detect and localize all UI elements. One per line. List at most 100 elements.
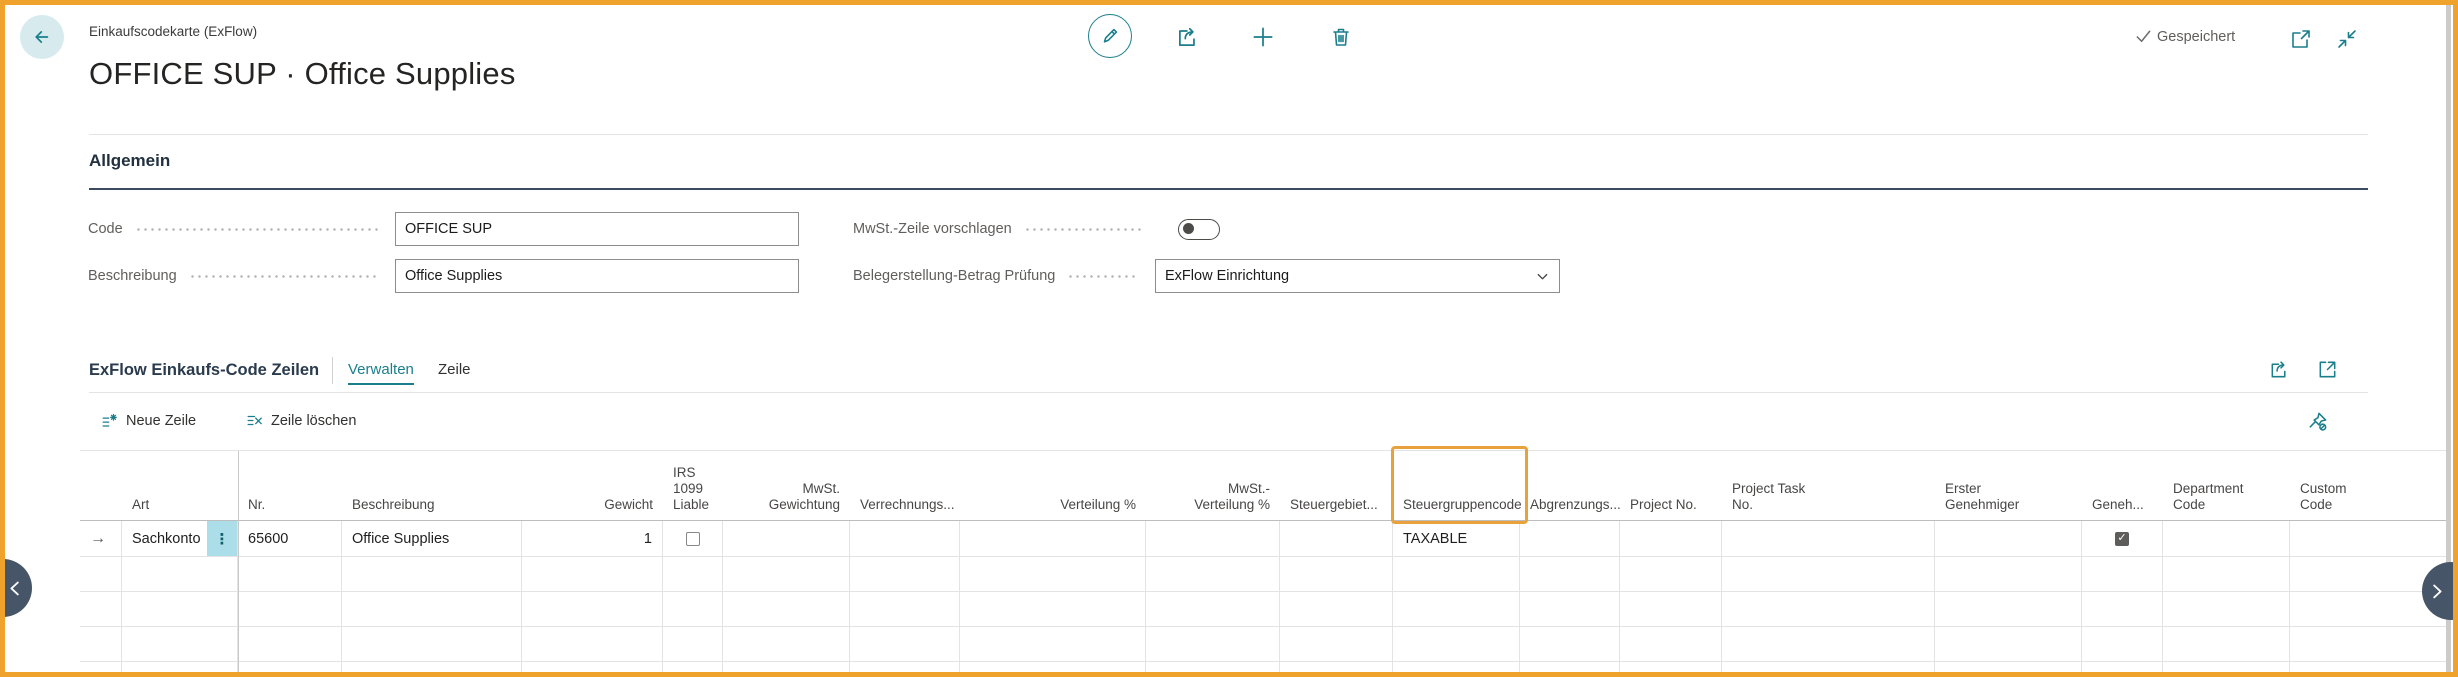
cell-nr[interactable] <box>238 592 342 626</box>
cell-department_code[interactable] <box>2163 662 2290 672</box>
cell-abgrenzungs[interactable] <box>1520 627 1620 661</box>
cell-steuergruppencode[interactable] <box>1393 627 1520 661</box>
column-header-custom_code[interactable]: Custom Code <box>2290 451 2446 520</box>
cell-custom_code[interactable] <box>2290 662 2446 672</box>
column-header-beschreibung[interactable]: Beschreibung <box>342 451 522 520</box>
cell-irs1099[interactable] <box>663 557 723 591</box>
new-button[interactable] <box>1250 24 1276 50</box>
column-header-mwst_verteilung[interactable]: MwSt.-Verteilung % <box>1146 451 1280 520</box>
tab-verwalten[interactable]: Verwalten <box>348 361 414 385</box>
column-header-art[interactable]: Art <box>122 451 238 520</box>
cell-verteilung[interactable] <box>960 557 1146 591</box>
back-button[interactable] <box>20 15 64 59</box>
column-header-gewicht[interactable]: Gewicht <box>522 451 663 520</box>
cell-irs1099[interactable] <box>663 662 723 672</box>
cell-project_task_no[interactable] <box>1722 592 1935 626</box>
cell-project_no[interactable] <box>1620 557 1722 591</box>
cell-gewicht[interactable] <box>522 557 663 591</box>
cell-steuergebiet[interactable] <box>1280 592 1393 626</box>
cell-mwst_verteilung[interactable] <box>1146 521 1280 556</box>
cell-irs1099[interactable] <box>663 627 723 661</box>
cell-custom_code[interactable] <box>2290 627 2446 661</box>
lines-section-title[interactable]: ExFlow Einkaufs-Code Zeilen <box>89 361 319 380</box>
cell-nr[interactable] <box>238 557 342 591</box>
ellipsis-menu[interactable] <box>207 521 237 556</box>
edit-button[interactable] <box>1088 14 1132 58</box>
cell-mwst_gewichtung[interactable] <box>723 521 850 556</box>
cell-verrechnungs[interactable] <box>850 521 960 556</box>
cell-verrechnungs[interactable] <box>850 557 960 591</box>
cell-abgrenzungs[interactable] <box>1520 662 1620 672</box>
cell-project_no[interactable] <box>1620 592 1722 626</box>
cell-mwst_verteilung[interactable] <box>1146 662 1280 672</box>
cell-art[interactable] <box>122 662 238 672</box>
code-field[interactable]: OFFICE SUP <box>395 212 799 246</box>
cell-mwst_gewichtung[interactable] <box>723 662 850 672</box>
cell-project_task_no[interactable] <box>1722 557 1935 591</box>
lines-expand-button[interactable] <box>2314 356 2340 382</box>
doc-amount-check-select[interactable]: ExFlow Einrichtung <box>1155 259 1560 293</box>
cell-erster_genehmiger[interactable] <box>1935 521 2082 556</box>
cell-art[interactable] <box>122 627 238 661</box>
cell-gewicht[interactable] <box>522 592 663 626</box>
table-row-empty[interactable] <box>80 662 2446 672</box>
column-header-abgrenzungs[interactable]: Abgrenzungs... <box>1520 451 1621 520</box>
column-header-nr[interactable]: Nr. <box>238 451 342 520</box>
table-row-empty[interactable] <box>80 627 2446 662</box>
cell-beschreibung[interactable]: Office Supplies <box>342 521 522 556</box>
cell-gewicht[interactable] <box>522 627 663 661</box>
cell-beschreibung[interactable] <box>342 592 522 626</box>
cell-irs1099[interactable] <box>663 592 723 626</box>
cell-project_task_no[interactable] <box>1722 521 1935 556</box>
cell-steuergruppencode[interactable] <box>1393 592 1520 626</box>
cell-abgrenzungs[interactable] <box>1520 521 1620 556</box>
cell-geneh[interactable] <box>2082 592 2163 626</box>
cell-steuergruppencode[interactable] <box>1393 662 1520 672</box>
irs1099-checkbox[interactable] <box>685 531 700 546</box>
suggest-vat-toggle[interactable] <box>1178 219 1220 240</box>
cell-department_code[interactable] <box>2163 557 2290 591</box>
cell-verteilung[interactable] <box>960 592 1146 626</box>
delete-line-button[interactable]: Zeile löschen <box>245 411 356 430</box>
cell-mwst_gewichtung[interactable] <box>723 592 850 626</box>
cell-department_code[interactable] <box>2163 592 2290 626</box>
cell-nr[interactable] <box>238 662 342 672</box>
cell-geneh[interactable] <box>2082 557 2163 591</box>
cell-steuergebiet[interactable] <box>1280 662 1393 672</box>
share-button[interactable] <box>1175 24 1201 50</box>
cell-steuergebiet[interactable] <box>1280 557 1393 591</box>
cell-erster_genehmiger[interactable] <box>1935 557 2082 591</box>
cell-project_task_no[interactable] <box>1722 627 1935 661</box>
cell-erster_genehmiger[interactable] <box>1935 662 2082 672</box>
cell-verrechnungs[interactable] <box>850 627 960 661</box>
cell-abgrenzungs[interactable] <box>1520 592 1620 626</box>
cell-verteilung[interactable] <box>960 627 1146 661</box>
column-header-verrechnungs[interactable]: Verrechnungs... <box>850 451 960 520</box>
cell-steuergebiet[interactable] <box>1280 627 1393 661</box>
cell-steuergebiet[interactable] <box>1280 521 1393 556</box>
cell-custom_code[interactable] <box>2290 521 2446 556</box>
cell-nr[interactable]: 65600 <box>238 521 342 556</box>
cell-project_no[interactable] <box>1620 521 1722 556</box>
cell-nr[interactable] <box>238 627 342 661</box>
cell-project_no[interactable] <box>1620 662 1722 672</box>
column-header-project_no[interactable]: Project No. <box>1620 451 1722 520</box>
cell-verteilung[interactable] <box>960 662 1146 672</box>
cell-department_code[interactable] <box>2163 521 2290 556</box>
cell-art[interactable] <box>122 557 238 591</box>
column-header-mwst_gewichtung[interactable]: MwSt. Gewichtung <box>723 451 850 520</box>
cell-project_no[interactable] <box>1620 627 1722 661</box>
table-row-empty[interactable] <box>80 592 2446 627</box>
table-row-empty[interactable] <box>80 557 2446 592</box>
cell-project_task_no[interactable] <box>1722 662 1935 672</box>
column-header-project_task_no[interactable]: Project Task No. <box>1722 451 1935 520</box>
cell-mwst_gewichtung[interactable] <box>723 557 850 591</box>
column-header-verteilung[interactable]: Verteilung % <box>960 451 1146 520</box>
cell-geneh[interactable] <box>2082 521 2163 556</box>
cell-abgrenzungs[interactable] <box>1520 557 1620 591</box>
cell-mwst_verteilung[interactable] <box>1146 627 1280 661</box>
cell-art[interactable] <box>122 592 238 626</box>
new-line-button[interactable]: Neue Zeile <box>100 411 196 430</box>
column-header-irs1099[interactable]: IRS 1099 Liable <box>663 451 723 520</box>
geneh-checkbox[interactable] <box>2115 531 2129 546</box>
